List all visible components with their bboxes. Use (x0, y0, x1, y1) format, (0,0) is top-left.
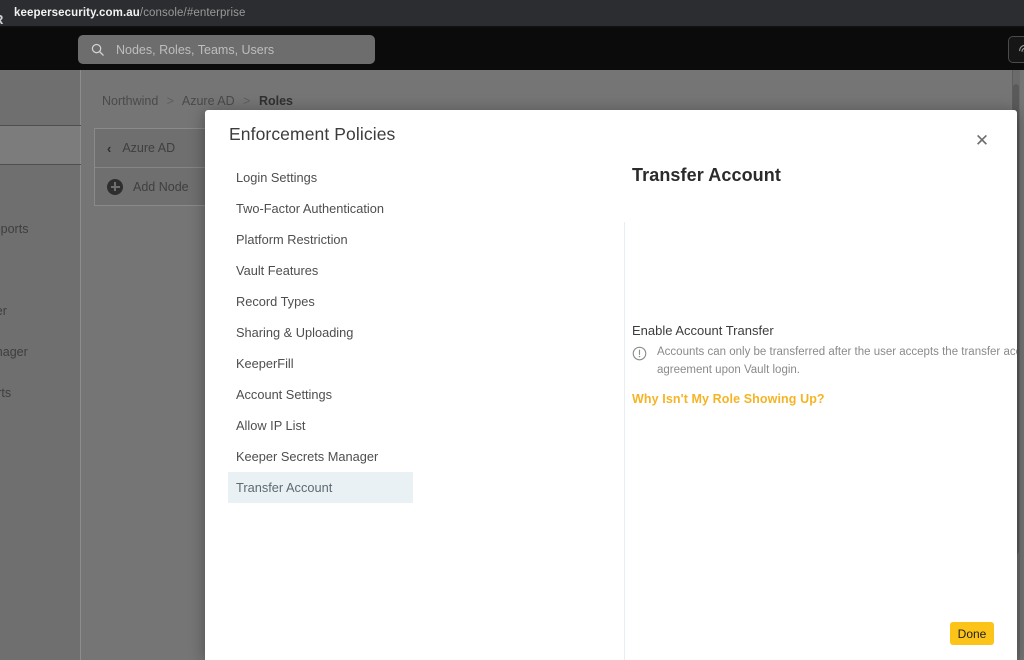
exclamation-circle-icon (632, 346, 647, 361)
enable-account-transfer-label: Enable Account Transfer (632, 322, 774, 338)
sidebar-item-selected[interactable] (0, 126, 80, 164)
browser-url-bar[interactable]: keepersecurity.com.au/console/#enterpris… (0, 0, 1024, 26)
enforcement-policies-dialog: Enforcement Policies ✕ Login Settings Tw… (205, 110, 1017, 660)
policy-nav-list: Login Settings Two-Factor Authentication… (205, 162, 420, 607)
global-search[interactable] (78, 35, 375, 64)
breadcrumb-item-2[interactable]: Roles (259, 94, 293, 108)
why-isnt-my-role-showing-up-link[interactable]: Why Isn't My Role Showing Up? (632, 392, 825, 406)
url-domain: keepersecurity.com.au (14, 7, 140, 19)
panel-divider (624, 222, 625, 660)
dialog-title: Enforcement Policies (229, 124, 396, 144)
node-back-button[interactable]: ‹ Azure AD (95, 129, 215, 167)
nav-item-login-settings[interactable]: Login Settings (228, 162, 413, 193)
content-title: Transfer Account (632, 165, 781, 185)
nav-item-account-settings[interactable]: Account Settings (228, 379, 413, 410)
node-back-label: Azure AD (122, 141, 176, 155)
screen: keepersecurity.com.au/console/#enterpris… (0, 0, 1024, 660)
sidebar-item-0[interactable]: d (0, 94, 81, 124)
sidebar-item-7[interactable]: ons (0, 419, 81, 449)
nav-item-keeper-secrets-manager[interactable]: Keeper Secrets Manager (228, 441, 413, 472)
node-panel: ‹ Azure AD Add Node (94, 128, 215, 206)
breadcrumb: Northwind > Azure AD > Roles (102, 94, 293, 108)
breadcrumb-item-0[interactable]: Northwind (102, 94, 158, 108)
breadcrumb-item-1[interactable]: Azure AD (182, 94, 235, 108)
nav-item-transfer-account[interactable]: Transfer Account (228, 472, 413, 503)
done-button[interactable]: Done (950, 622, 994, 645)
sidebar-divider-bottom (0, 164, 81, 165)
fingerprint-icon (1019, 44, 1024, 52)
sidebar-item-6[interactable]: & Alerts (0, 378, 81, 408)
close-icon[interactable]: ✕ (970, 128, 994, 152)
add-node-button[interactable]: Add Node (95, 167, 215, 205)
search-input[interactable] (116, 42, 346, 57)
add-node-label: Add Node (133, 179, 189, 194)
fingerprint-button[interactable] (1008, 36, 1024, 63)
nav-item-two-factor-authentication[interactable]: Two-Factor Authentication (228, 193, 413, 224)
nav-item-sharing-and-uploading[interactable]: Sharing & Uploading (228, 317, 413, 348)
sidebar-item-3[interactable]: tch (0, 255, 81, 285)
url-path: /console/#enterprise (139, 7, 246, 19)
keeper-logo-fragment: R (0, 12, 4, 27)
nav-item-keeperfill[interactable]: KeeperFill (228, 348, 413, 379)
nav-item-record-types[interactable]: Record Types (228, 286, 413, 317)
enable-account-transfer-row: Enable Account Transfer (632, 318, 1017, 342)
sidebar-item-1[interactable]: udit (0, 173, 81, 203)
policy-content: Transfer Account (632, 165, 1012, 186)
transfer-note-text: Accounts can only be transferred after t… (657, 346, 1017, 376)
breadcrumb-separator-1: > (243, 94, 251, 108)
sidebar-item-8[interactable]: tions (0, 460, 81, 490)
left-sidebar: d udit ce Reports tch anager n Manager &… (0, 70, 81, 660)
sidebar-item-4[interactable]: anager (0, 296, 81, 326)
nav-item-vault-features[interactable]: Vault Features (228, 255, 413, 286)
transfer-note: Accounts can only be transferred after t… (632, 344, 1017, 380)
breadcrumb-separator-0: > (166, 94, 175, 108)
nav-item-allow-ip-list[interactable]: Allow IP List (228, 410, 413, 441)
search-icon (91, 43, 104, 56)
sidebar-item-2[interactable]: ce Reports (0, 214, 81, 244)
sidebar-item-5[interactable]: n Manager (0, 337, 81, 367)
nav-item-platform-restriction[interactable]: Platform Restriction (228, 224, 413, 255)
plus-circle-icon (107, 178, 123, 195)
chevron-left-icon: ‹ (107, 140, 112, 156)
